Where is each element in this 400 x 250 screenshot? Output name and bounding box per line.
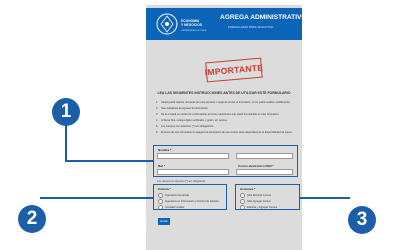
submit-button[interactable]: Enviar — [158, 218, 170, 225]
instructions-title: LEA LAS SIGUIENTES INSTRUCCIONES ANTES D… — [157, 91, 291, 95]
callout-3-highlight — [235, 184, 300, 210]
callout-2-marker: 2 — [18, 205, 46, 233]
page-subtitle: FORMULARIO PARA SOLICITUD — [228, 25, 274, 29]
page-title: AGREGA ADMINISTRATIVO — [220, 14, 307, 21]
callout-1-leader-horizontal — [65, 160, 153, 162]
instruction-item: 6. El envío de este formulario no asegura… — [156, 131, 293, 134]
instruction-item: 2. Sea cuidadoso al ingresar la informaci… — [156, 107, 209, 110]
instruction-item: 4. Al llenar Rut, incluya dígito verifica… — [156, 119, 228, 122]
logo-line-2: Y NEGOCIOS — [181, 22, 203, 27]
callout-3-leader — [300, 197, 350, 199]
university-logo-icon — [156, 13, 178, 35]
instruction-item: 1. Usted podrá realizar una sola vez este… — [156, 101, 291, 104]
callout-3-marker: 3 — [348, 206, 376, 234]
logo-subtitle: UNIVERSIDAD DE CHILE — [181, 30, 207, 32]
required-fields-note: Los campos con asterisco (*) son obligat… — [157, 180, 206, 183]
callout-1-highlight — [153, 145, 298, 177]
callout-2-leader — [40, 197, 153, 199]
instruction-item: 5. Los campos con asterisco (*) son oblig… — [156, 125, 215, 128]
callout-1-marker: 1 — [52, 98, 80, 126]
instruction-item: 3. Se le enviará un correo de confirmació… — [156, 113, 280, 116]
logo-wordmark: ECONOMIA Y NEGOCIOS — [181, 19, 215, 27]
callout-2-highlight — [153, 184, 227, 210]
